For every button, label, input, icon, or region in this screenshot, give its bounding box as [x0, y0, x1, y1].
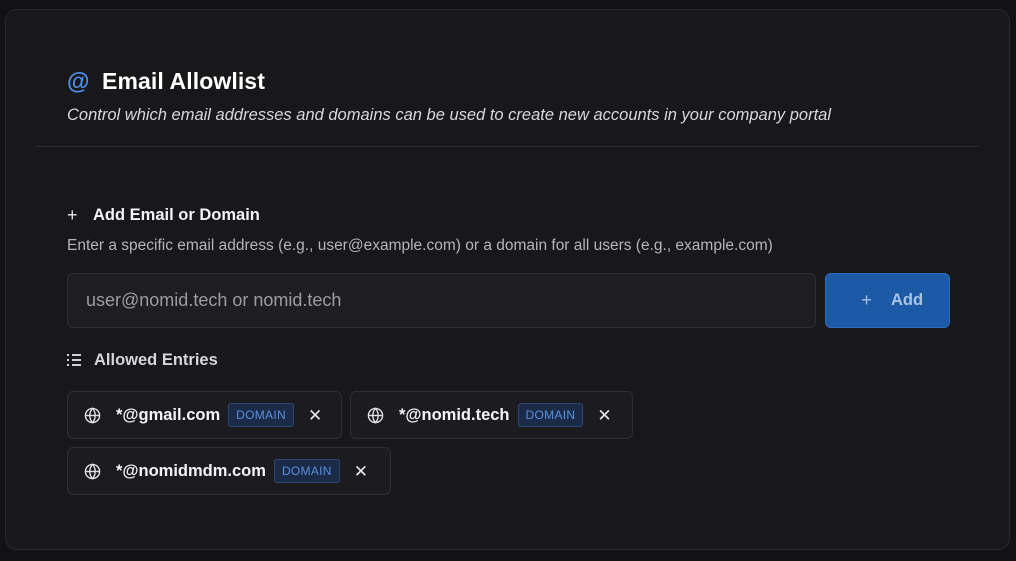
entry-value: *@nomidmdm.com — [116, 461, 266, 480]
allowed-entry: *@nomid.tech DOMAIN ✕ — [350, 391, 633, 439]
page-subtitle: Control which email addresses and domain… — [67, 106, 832, 124]
email-domain-input[interactable] — [67, 273, 816, 328]
card-header: @ Email Allowlist Control which email ad… — [67, 66, 979, 125]
remove-entry-close-icon[interactable]: ✕ — [354, 463, 368, 480]
divider — [36, 146, 979, 147]
entry-type-badge: DOMAIN — [228, 403, 294, 427]
allowed-entry: *@gmail.com DOMAIN ✕ — [67, 391, 342, 439]
add-section-hint: Enter a specific email address (e.g., us… — [67, 237, 773, 254]
entry-type-badge: DOMAIN — [517, 403, 584, 427]
add-section-heading: + Add Email or Domain — [67, 203, 260, 227]
globe-icon — [84, 406, 116, 424]
entry-value: *@nomid.tech — [399, 405, 510, 424]
plus-icon: + — [67, 205, 78, 225]
add-section-title: Add Email or Domain — [93, 205, 260, 224]
email-allowlist-card: @ Email Allowlist Control which email ad… — [5, 9, 1010, 550]
globe-icon — [367, 406, 399, 424]
plus-icon: + — [861, 290, 872, 310]
remove-entry-close-icon[interactable]: ✕ — [597, 407, 611, 424]
title-row: @ Email Allowlist — [67, 66, 979, 96]
at-icon: @ — [67, 67, 90, 94]
page-title: Email Allowlist — [102, 67, 265, 94]
entry-value: *@gmail.com — [116, 405, 221, 424]
allowed-entries-heading: Allowed Entries — [67, 348, 218, 372]
add-button[interactable]: + Add — [825, 273, 950, 328]
globe-icon — [84, 462, 116, 480]
list-icon — [67, 354, 94, 366]
allowed-entries-title: Allowed Entries — [94, 350, 218, 369]
remove-entry-close-icon[interactable]: ✕ — [308, 407, 322, 424]
add-button-label: Add — [890, 291, 924, 309]
allowed-entry: *@nomidmdm.com DOMAIN ✕ — [67, 447, 391, 495]
entry-type-badge: DOMAIN — [273, 459, 340, 483]
